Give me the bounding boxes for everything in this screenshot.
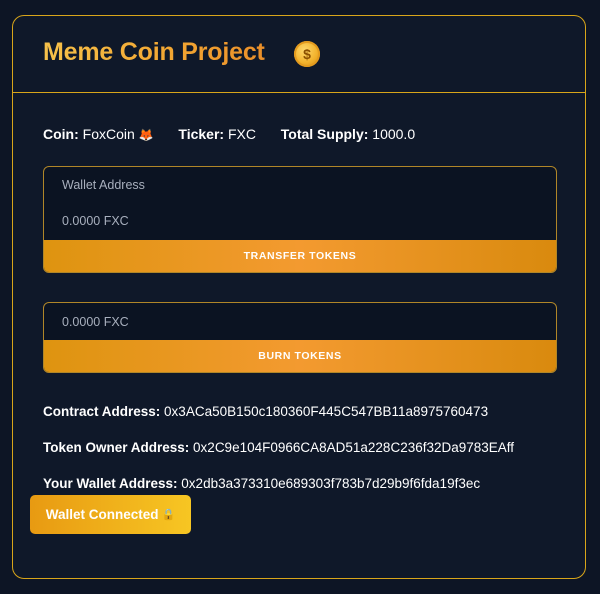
contract-address-label: Contract Address: xyxy=(43,404,161,419)
burn-form: 0.0000 FXC BURN TOKENS xyxy=(43,302,557,373)
total-supply-value: 1000.0 xyxy=(372,126,416,142)
dollar-coin-icon: $ xyxy=(294,41,320,67)
contract-address-value: 0x3ACa50B150c180360F445C547BB11a89757604… xyxy=(164,404,489,419)
wallet-address-row: Your Wallet Address: 0x2db3a373310e68930… xyxy=(43,476,480,491)
owner-address-value: 0x2C9e104F0966CA8AD51a228C236f32Da9783EA… xyxy=(193,440,515,455)
transfer-amount-input[interactable]: 0.0000 FXC xyxy=(62,214,129,228)
burn-tokens-button[interactable]: BURN TOKENS xyxy=(44,340,556,372)
lock-icon: 🔒 xyxy=(161,509,176,521)
token-info-row: Coin: FoxCoin 🦊 Ticker: FXC Total Supply… xyxy=(43,126,415,142)
wallet-connected-label: Wallet Connected xyxy=(45,507,159,522)
wallet-address-label: Your Wallet Address: xyxy=(43,476,178,491)
wallet-address-value: 0x2db3a373310e689303f783b7d29b9f6fda19f3… xyxy=(181,476,481,491)
coin-label: Coin: xyxy=(43,126,79,142)
coin-value: FoxCoin xyxy=(82,126,135,142)
transfer-tokens-button[interactable]: TRANSFER TOKENS xyxy=(44,240,556,272)
ticker-label: Ticker: xyxy=(178,126,225,142)
transfer-form: Wallet Address 0.0000 FXC TRANSFER TOKEN… xyxy=(43,166,557,273)
total-supply-label: Total Supply: xyxy=(280,126,369,142)
owner-address-row: Token Owner Address: 0x2C9e104F0966CA8AD… xyxy=(43,440,514,455)
fox-icon: 🦊 xyxy=(138,128,154,142)
ticker-value: FXC xyxy=(227,126,256,142)
card-header: Meme Coin Project $ xyxy=(13,16,585,93)
owner-address-label: Token Owner Address: xyxy=(43,440,190,455)
wallet-connected-button[interactable]: Wallet Connected 🔒 xyxy=(30,495,191,534)
burn-amount-input[interactable]: 0.0000 FXC xyxy=(62,315,129,329)
wallet-address-input[interactable]: Wallet Address xyxy=(62,178,145,192)
page-title: Meme Coin Project xyxy=(43,38,265,66)
contract-address-row: Contract Address: 0x3ACa50B150c180360F44… xyxy=(43,404,488,419)
